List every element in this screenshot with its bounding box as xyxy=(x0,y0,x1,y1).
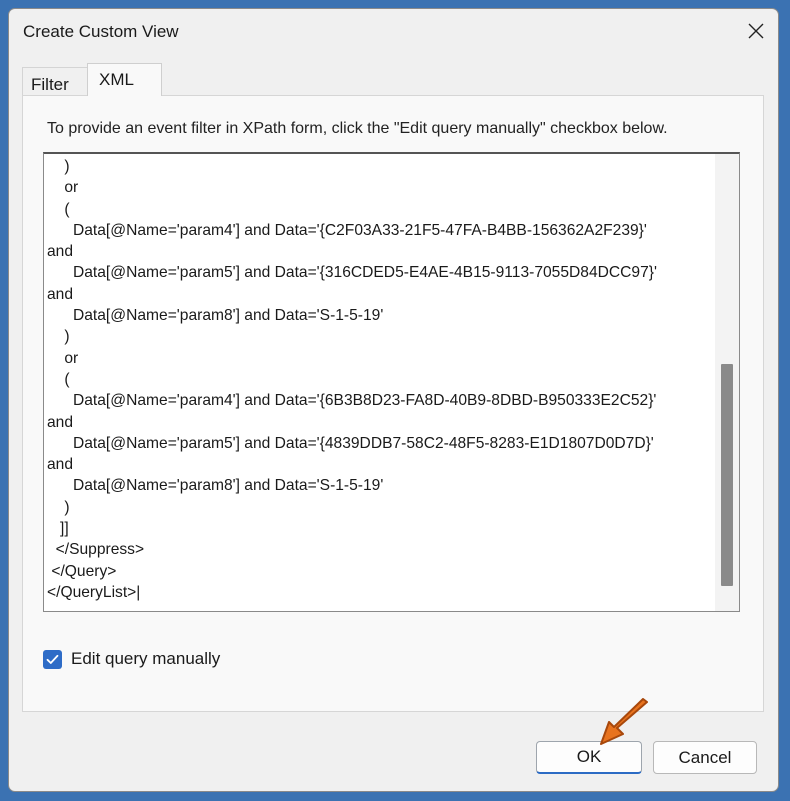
xml-line: ) xyxy=(47,158,70,175)
xml-line: ) xyxy=(47,498,70,516)
xml-line: ]] xyxy=(47,520,69,538)
cancel-button[interactable]: Cancel xyxy=(653,741,757,774)
xml-line: </Query> xyxy=(47,562,117,580)
xml-line: Data[@Name='param4'] and Data='{C2F03A33… xyxy=(47,221,647,239)
xml-line: </Suppress> xyxy=(47,541,145,559)
close-icon xyxy=(748,23,764,39)
info-text: To provide an event filter in XPath form… xyxy=(47,120,668,137)
xml-line: ) xyxy=(47,328,70,346)
pointer-arrow-icon xyxy=(600,698,648,745)
xml-line: Data[@Name='param8'] and Data='S-1-5-19' xyxy=(47,477,384,495)
xml-line: Data[@Name='param5'] and Data='{316CDED5… xyxy=(47,264,657,282)
close-button[interactable] xyxy=(738,13,774,49)
vertical-scrollbar[interactable] xyxy=(715,154,739,611)
create-custom-view-dialog: Create Custom View Filter XML To provide… xyxy=(8,8,779,792)
xml-line: Data[@Name='param4'] and Data='{6B3B8D23… xyxy=(47,392,657,410)
xml-line: ( xyxy=(47,200,70,218)
tab-filter[interactable]: Filter xyxy=(22,67,88,96)
xml-line: ( xyxy=(47,370,70,388)
checkbox-label: Edit query manually xyxy=(71,649,221,668)
xml-line: Data[@Name='param8'] and Data='S-1-5-19' xyxy=(47,307,384,325)
xml-line: or xyxy=(47,349,79,367)
xml-line: and xyxy=(47,456,74,474)
scrollbar-thumb[interactable] xyxy=(721,364,733,586)
xml-code: ) or ( Data[@Name='param4'] and Data='{C… xyxy=(47,156,657,603)
checkmark-icon xyxy=(46,654,59,664)
xml-line: and xyxy=(47,285,74,303)
xml-line: and xyxy=(47,413,74,431)
xml-tab-panel: To provide an event filter in XPath form… xyxy=(22,95,764,712)
xml-line: and xyxy=(47,243,74,261)
dialog-title: Create Custom View xyxy=(23,22,179,41)
xml-line: or xyxy=(47,179,79,197)
xml-query-editor[interactable]: ) or ( Data[@Name='param4'] and Data='{C… xyxy=(43,152,740,612)
checkbox-checked-icon[interactable] xyxy=(43,649,62,669)
xml-line: Data[@Name='param5'] and Data='{4839DDB7… xyxy=(47,434,654,452)
edit-query-manually-checkbox[interactable]: Edit query manually xyxy=(43,648,220,670)
xml-line: </QueryList>| xyxy=(47,583,141,601)
tab-xml[interactable]: XML xyxy=(87,63,162,96)
title-bar: Create Custom View xyxy=(9,9,778,55)
